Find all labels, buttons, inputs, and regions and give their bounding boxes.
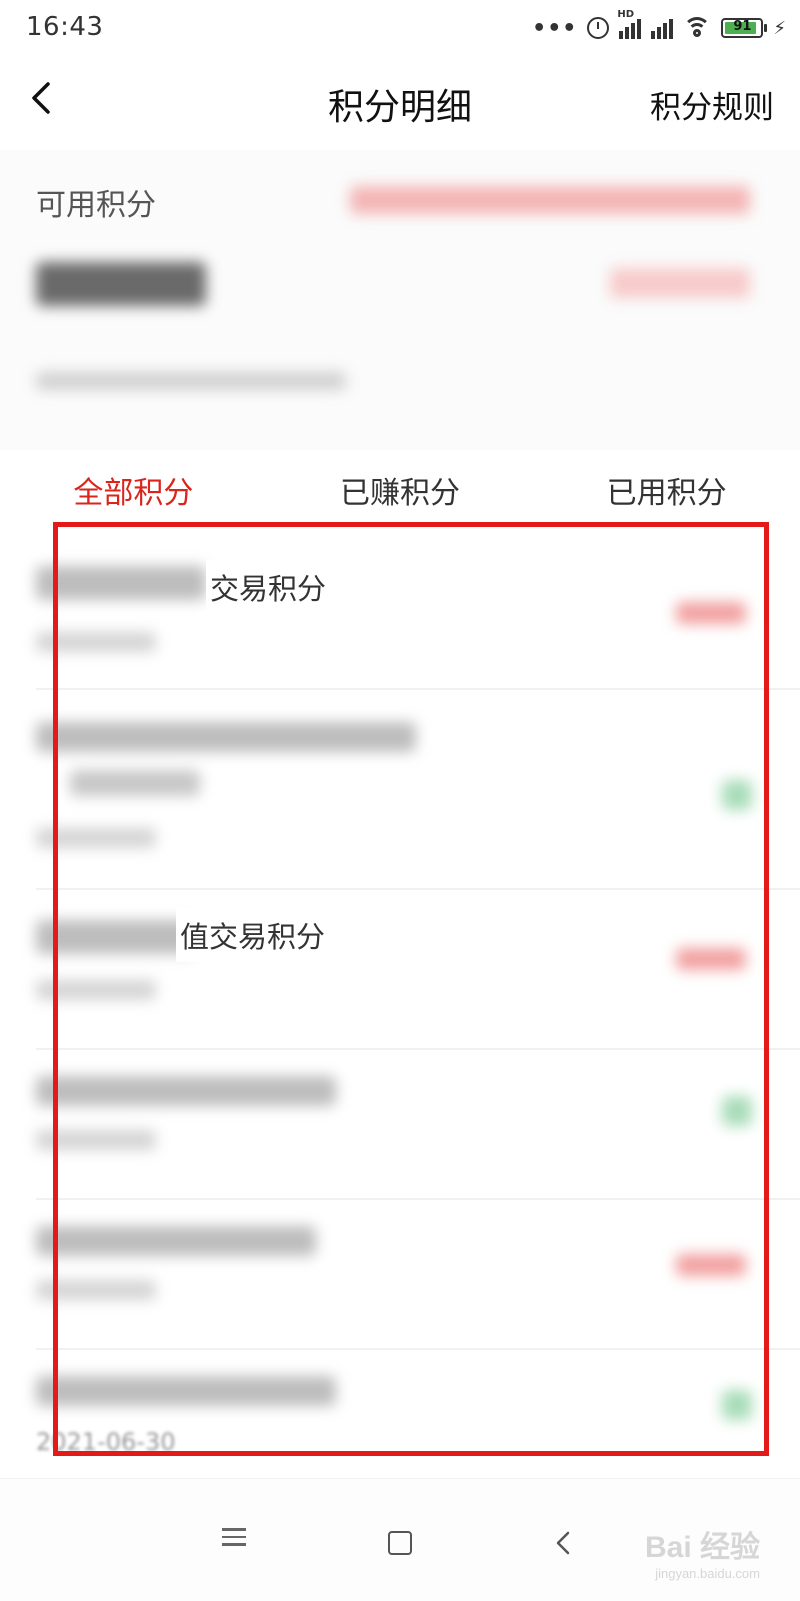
back-triangle-icon[interactable] (546, 1523, 586, 1563)
blurred-text (36, 1226, 316, 1256)
record-title: 交易积分 (206, 560, 331, 614)
blurred-text (36, 722, 416, 752)
blurred-tag (350, 186, 750, 214)
points-tabs: 全部积分 已赚积分 已用积分 (0, 462, 800, 526)
status-time: 16:43 (26, 12, 104, 42)
wifi-icon (683, 17, 712, 39)
blurred-points-change (676, 1254, 746, 1276)
blurred-points-change (676, 602, 746, 624)
list-item[interactable] (0, 1050, 800, 1200)
status-bar: 16:43 ••• HD 91 ⚡ (0, 0, 800, 56)
blurred-date (36, 828, 156, 848)
blurred-date (36, 1280, 156, 1300)
watermark-sub: jingyan.baidu.com (655, 1566, 760, 1581)
blurred-text (36, 1076, 336, 1106)
tab-used-points[interactable]: 已用积分 (533, 462, 800, 526)
list-item[interactable]: 2021-06-30 (0, 1350, 800, 1470)
record-title: 值交易积分 (176, 908, 330, 962)
blurred-text (36, 566, 206, 600)
signal-hd-icon: HD (617, 9, 642, 39)
blurred-note (36, 372, 346, 390)
points-summary: 可用积分 (0, 150, 800, 450)
record-date: 2021-06-30 (36, 1428, 176, 1456)
blurred-points-change (722, 1096, 752, 1126)
list-item[interactable] (0, 1200, 800, 1350)
available-points-label: 可用积分 (36, 188, 156, 223)
blurred-points-value (36, 262, 206, 306)
points-rules-link[interactable]: 积分规则 (650, 82, 774, 127)
hd-label: HD (617, 9, 635, 20)
baidu-jingyan-watermark: Bai 经验 jingyan.baidu.com (645, 1522, 760, 1581)
blurred-text (36, 920, 196, 954)
alarm-icon (587, 17, 610, 39)
battery-icon: 91 (721, 18, 768, 38)
menu-icon[interactable] (214, 1523, 254, 1563)
points-record-list: 交易积分 值交易积分 2021-06-30 (0, 530, 800, 1470)
status-icons: ••• HD 91 ⚡ (532, 9, 786, 44)
list-item[interactable] (0, 690, 800, 890)
list-item[interactable]: 值交易积分 (0, 890, 800, 1050)
blurred-points-change (722, 1390, 752, 1420)
blurred-date (36, 632, 156, 652)
tab-all-points[interactable]: 全部积分 (0, 462, 267, 526)
blurred-points-change (676, 948, 746, 970)
blurred-points-change (722, 780, 752, 810)
blurred-text (70, 770, 200, 796)
list-item[interactable]: 交易积分 (0, 530, 800, 690)
signal-icon (651, 17, 674, 39)
blurred-date (36, 980, 156, 1000)
header: 积分明细 积分规则 (0, 56, 800, 148)
tab-earned-points[interactable]: 已赚积分 (267, 462, 534, 526)
blurred-date (36, 1130, 156, 1150)
charging-icon: ⚡ (773, 17, 786, 39)
blurred-text (36, 1376, 336, 1406)
battery-level: 91 (733, 19, 752, 34)
watermark-main: Bai 经验 (644, 1531, 760, 1564)
blurred-action (610, 268, 750, 298)
more-dots-icon: ••• (532, 15, 578, 41)
home-icon[interactable] (380, 1523, 420, 1563)
system-nav-bar: Bai 经验 jingyan.baidu.com (0, 1478, 800, 1601)
